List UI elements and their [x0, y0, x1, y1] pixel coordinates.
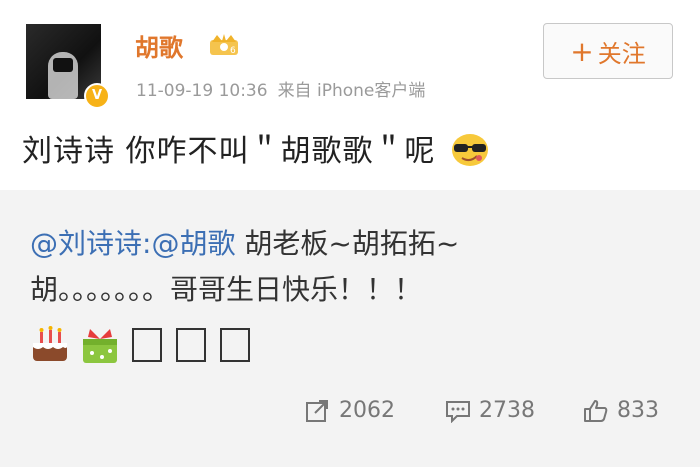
gift-emoji-icon	[83, 329, 117, 363]
repost-emoji-row	[30, 320, 264, 370]
repost-icon	[306, 399, 328, 422]
like-icon	[584, 399, 608, 422]
weibo-card: V 胡歌 6 11-09-19 10:36 来自 iPhone客户端 + 关注 刘…	[0, 0, 700, 467]
repost-action[interactable]: 2062	[305, 398, 395, 423]
comment-icon	[446, 400, 470, 423]
repost-line-1: @刘诗诗:@胡歌 胡老板~胡拓拓~	[30, 222, 459, 262]
post-source[interactable]: 来自 iPhone客户端	[278, 81, 426, 101]
plus-icon: +	[570, 34, 594, 68]
post-text-content: 刘诗诗 你咋不叫＂胡歌歌＂呢	[22, 134, 436, 169]
post-meta: 11-09-19 10:36 来自 iPhone客户端	[136, 76, 425, 101]
action-bar: 2062 2738 833	[0, 398, 700, 432]
cake-emoji-icon	[33, 326, 67, 361]
like-action[interactable]: 833	[583, 398, 659, 423]
repost-line-2: 胡。。。。。。。哥哥生日快乐！！！	[30, 273, 423, 306]
comment-action[interactable]: 2738	[445, 398, 535, 423]
missing-glyph-box-3	[220, 328, 250, 362]
user-name[interactable]: 胡歌	[135, 28, 183, 63]
svg-text:6: 6	[230, 46, 236, 56]
sunglasses-emoji-icon	[452, 134, 489, 166]
post-text: 刘诗诗 你咋不叫＂胡歌歌＂呢	[22, 126, 490, 170]
follow-button[interactable]: + 关注	[543, 23, 673, 79]
like-count: 833	[617, 398, 659, 423]
missing-glyph-box-2	[176, 328, 206, 362]
post-timestamp: 11-09-19 10:36	[136, 81, 268, 101]
repost-count: 2062	[339, 398, 395, 423]
repost-line-1-text: 胡老板~胡拓拓~	[235, 227, 460, 260]
comment-count: 2738	[479, 398, 535, 423]
post-section: V 胡歌 6 11-09-19 10:36 来自 iPhone客户端 + 关注 刘…	[0, 0, 700, 190]
follow-label: 关注	[597, 39, 646, 68]
mention-huge[interactable]: :@胡歌	[142, 227, 235, 260]
crown-icon: 6	[210, 34, 238, 56]
avatar-sunglasses	[53, 58, 73, 72]
verified-badge: V	[84, 83, 110, 109]
mention-liushishi[interactable]: @刘诗诗	[30, 227, 142, 260]
missing-glyph-box-1	[132, 328, 162, 362]
